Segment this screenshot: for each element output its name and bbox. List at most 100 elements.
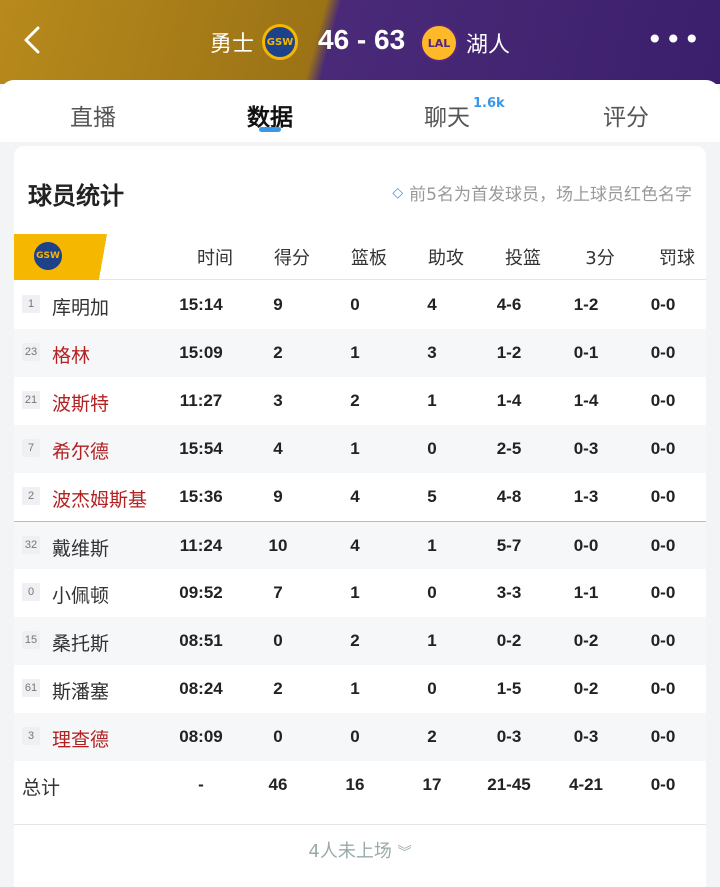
total-stat-cell: 4-21 [568,775,604,794]
stat-cell: 08:09 [179,727,223,746]
starter-note-text: 前5名为首发球员，场上球员红色名字 [409,185,692,205]
stat-cell: 0 [427,583,437,602]
stat-cell: 15:09 [179,343,223,362]
stat-cell: 4 [427,295,437,314]
stat-cell: 1 [427,391,437,410]
player-name[interactable]: 希尔德 [52,437,109,464]
stat-cell: 1-1 [573,583,599,602]
stat-cell: 10 [268,536,288,555]
column-header-points[interactable]: 得分 [257,244,327,270]
column-header-ft[interactable]: 罚球 [642,244,712,270]
home-team[interactable]: 勇士 GSW [210,24,299,60]
table-row[interactable]: 3 理查德 08:09 0 0 2 0-3 0-3 0-0 [14,713,706,761]
away-team[interactable]: LAL 湖人 [420,24,510,62]
column-header-time[interactable]: 时间 [180,244,250,270]
stat-cell: 0-0 [650,391,676,410]
table-row[interactable]: 2 波杰姆斯基 15:36 9 4 5 4-8 1-3 0-0 [14,473,706,521]
gsw-logo: GSW [262,24,299,60]
stat-cell: 2 [350,631,360,650]
stat-cell: 3 [427,343,437,362]
stat-cell: 0-0 [650,343,676,362]
total-stat-cell: 21-45 [487,775,531,794]
table-row[interactable]: 21 波斯特 11:27 3 2 1 1-4 1-4 0-0 [14,377,706,425]
jersey-number: 0 [22,583,40,601]
player-name[interactable]: 波杰姆斯基 [52,485,147,512]
tab-rating[interactable]: 评分 [603,98,649,132]
stat-cell: 2 [427,727,437,746]
jersey-number: 7 [22,439,40,457]
table-row[interactable]: 1 库明加 15:14 9 0 4 4-6 1-2 0-0 [14,281,706,329]
team-logo-tab: GSW [14,234,114,280]
more-options-icon[interactable]: ••• [646,26,702,54]
back-button[interactable] [14,22,50,58]
stat-cell: 1 [350,679,360,698]
jersey-number: 61 [22,679,40,697]
stat-cell: 1-4 [573,391,599,410]
column-header-3pt[interactable]: 3分 [565,244,635,270]
player-name[interactable]: 理查德 [52,725,109,752]
player-name[interactable]: 戴维斯 [52,534,109,561]
stat-cell: 4-6 [496,295,522,314]
stat-cell: 3-3 [496,583,522,602]
show-more-button[interactable]: 4人未上场 ︾ [14,824,706,874]
gsw-logo: GSW [32,240,64,272]
table-row[interactable]: 0 小佩顿 09:52 7 1 0 3-3 1-1 0-0 [14,569,706,617]
stat-cell: 1 [350,343,360,362]
show-more-label: 4人未上场 [308,841,392,862]
stat-cell: 0-0 [650,487,676,506]
stat-cell: 4-8 [496,487,522,506]
player-name[interactable]: 库明加 [52,293,109,320]
table-row[interactable]: 7 希尔德 15:54 4 1 0 2-5 0-3 0-0 [14,425,706,473]
stat-cell: 0 [427,679,437,698]
stat-cell: 0-3 [573,439,599,458]
jersey-number: 21 [22,391,40,409]
stat-cell: 4 [273,439,283,458]
player-name[interactable]: 格林 [52,341,90,368]
total-stat-cell: 0-0 [650,775,676,794]
stat-cell: 0-0 [650,536,676,555]
stat-cell: 08:51 [179,631,223,650]
tab-live[interactable]: 直播 [70,98,116,132]
starter-note: ◇ 前5名为首发球员，场上球员红色名字 [392,180,692,206]
stat-cell: 0-2 [496,631,522,650]
table-row[interactable]: 32 戴维斯 11:24 10 4 1 5-7 0-0 0-0 [14,521,706,569]
stat-cell: 5 [427,487,437,506]
stat-cell: 0-0 [650,439,676,458]
stat-cell: 2 [273,343,283,362]
stat-cell: 4 [350,536,360,555]
column-header-fg[interactable]: 投篮 [488,244,558,270]
stat-cell: 1 [427,536,437,555]
score: 46 - 63 [318,24,406,55]
table-row[interactable]: 15 桑托斯 08:51 0 2 1 0-2 0-2 0-0 [14,617,706,665]
stat-cell: 1-2 [496,343,522,362]
stat-cell: 0 [350,295,360,314]
jersey-number: 3 [22,727,40,745]
stat-cell: 0-0 [650,583,676,602]
column-header-assists[interactable]: 助攻 [411,244,481,270]
stat-cell: 0-3 [496,727,522,746]
column-header-rebounds[interactable]: 篮板 [334,244,404,270]
player-name[interactable]: 小佩顿 [52,581,109,608]
stat-cell: 08:24 [179,679,223,698]
stat-cell: 2 [350,391,360,410]
player-name[interactable]: 桑托斯 [52,629,109,656]
stat-cell: 11:27 [179,391,223,410]
stat-cell: 0 [273,727,283,746]
stat-cell: 3 [273,391,283,410]
stat-cell: 1-5 [496,679,522,698]
diamond-icon: ◇ [392,184,404,201]
total-row: 总计 - 46 16 17 21-45 4-21 0-0 [14,761,706,809]
stat-cell: 9 [273,487,283,506]
player-name[interactable]: 波斯特 [52,389,109,416]
jersey-number: 32 [22,536,40,554]
table-row[interactable]: 61 斯潘塞 08:24 2 1 0 1-5 0-2 0-0 [14,665,706,713]
total-label: 总计 [22,777,61,799]
stat-cell: 7 [273,583,283,602]
stat-cell: 15:36 [179,487,223,506]
table-row[interactable]: 23 格林 15:09 2 1 3 1-2 0-1 0-0 [14,329,706,377]
stat-cell: 15:54 [179,439,223,458]
tab-chat[interactable]: 聊天 [424,98,470,132]
stat-cell: 09:52 [179,583,223,602]
player-name[interactable]: 斯潘塞 [52,677,109,704]
stat-cell: 1 [427,631,437,650]
